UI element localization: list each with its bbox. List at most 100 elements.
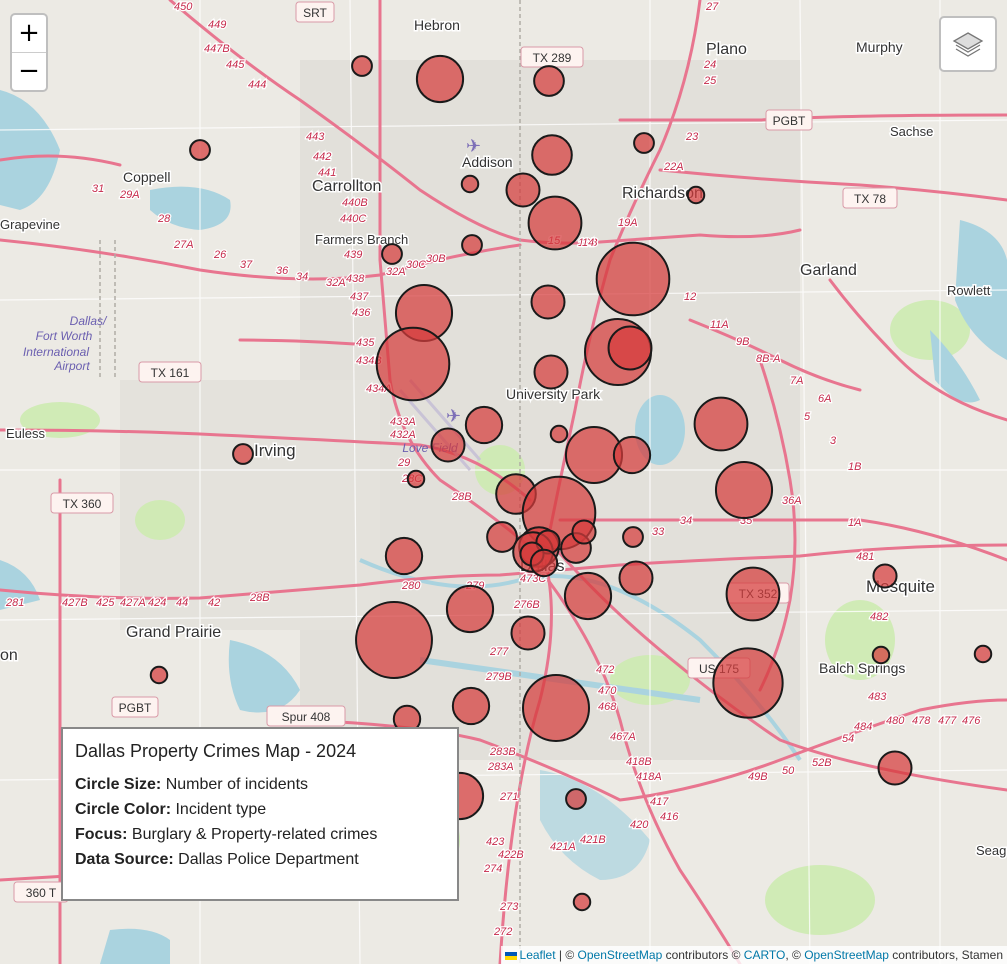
crime-circle-marker[interactable] [149, 665, 169, 685]
crime-circle-marker[interactable] [464, 405, 504, 445]
crime-circle-marker[interactable] [430, 427, 466, 463]
crime-circle-marker[interactable] [415, 54, 465, 104]
leaflet-link[interactable]: Leaflet [520, 948, 556, 962]
exit-label: 273 [499, 901, 519, 913]
crime-circle-marker[interactable] [714, 460, 774, 520]
exit-label: 467A [610, 731, 636, 743]
crime-circle-marker[interactable] [510, 615, 546, 651]
airport-label: Airport [53, 359, 90, 373]
place-label: Carrollton [312, 178, 381, 195]
exit-label: 447B [204, 43, 230, 55]
legend-value: Dallas Police Department [178, 851, 359, 868]
exit-label: 28B [249, 592, 270, 604]
exit-label: 283B [489, 746, 516, 758]
place-label: Garland [800, 262, 857, 279]
legend-label: Data Source: [75, 851, 174, 868]
exit-label: 482 [870, 611, 888, 623]
crime-circle-marker[interactable] [572, 892, 592, 912]
exit-label: 416 [660, 811, 679, 823]
crime-circle-marker[interactable] [607, 325, 653, 371]
exit-label: 481 [856, 551, 874, 563]
crime-circle-marker[interactable] [877, 750, 913, 786]
crime-circle-marker[interactable] [522, 674, 590, 742]
exit-label: 30C [406, 259, 426, 271]
attribution-text: contributors © [662, 948, 744, 962]
crime-circle-marker[interactable] [375, 326, 451, 402]
zoom-control: + − [10, 13, 48, 92]
crime-circle-marker[interactable] [686, 185, 706, 205]
exit-label: 6A [818, 393, 831, 405]
crime-circle-marker[interactable] [232, 443, 254, 465]
exit-label: 29 [397, 457, 410, 469]
crime-circle-marker[interactable] [712, 647, 784, 719]
crime-circle-marker[interactable] [351, 55, 373, 77]
attribution-text: | © [555, 948, 578, 962]
route-shield-label: Spur 408 [282, 710, 331, 724]
crime-circle-marker[interactable] [725, 566, 781, 622]
crime-circle-marker[interactable] [451, 686, 491, 726]
place-label: Euless [6, 426, 46, 441]
exit-label: 420 [630, 819, 649, 831]
crime-circle-marker[interactable] [618, 560, 654, 596]
map-legend: Dallas Property Crimes Map - 2024 Circle… [61, 727, 459, 901]
crime-circle-marker[interactable] [460, 174, 480, 194]
exit-label: 276B [513, 599, 540, 611]
exit-label: 445 [226, 59, 245, 71]
exit-label: 33 [652, 526, 665, 538]
crime-circle-marker[interactable] [531, 134, 573, 176]
crime-circle-marker[interactable] [406, 469, 426, 489]
crime-circle-marker[interactable] [355, 601, 433, 679]
crime-circle-marker[interactable] [189, 139, 211, 161]
crime-circle-marker[interactable] [461, 234, 483, 256]
crime-circle-marker[interactable] [527, 195, 583, 251]
legend-value: Incident type [175, 801, 267, 818]
osm-link[interactable]: OpenStreetMap [578, 948, 663, 962]
crime-circle-marker[interactable] [505, 172, 541, 208]
crime-circle-marker[interactable] [533, 354, 569, 390]
legend-label: Circle Size: [75, 776, 162, 793]
crime-circle-marker[interactable] [381, 243, 403, 265]
exit-label: 468 [598, 701, 617, 713]
crime-circle-marker[interactable] [612, 435, 652, 475]
crime-circle-marker[interactable] [533, 65, 565, 97]
crime-circle-marker[interactable] [549, 424, 569, 444]
exit-label: 36 [276, 265, 289, 277]
zoom-in-button[interactable]: + [12, 15, 46, 53]
exit-label: 28B [451, 491, 472, 503]
place-label: Grand Prairie [126, 624, 221, 641]
crime-circle-marker[interactable] [384, 536, 424, 576]
crime-circle-marker[interactable] [486, 521, 518, 553]
crime-circle-marker[interactable] [633, 132, 655, 154]
exit-label: 436 [352, 307, 371, 319]
legend-row-data-source: Data Source: Dallas Police Department [75, 847, 445, 872]
crime-circle-marker[interactable] [571, 519, 597, 545]
exit-label: 439 [344, 249, 362, 261]
crime-circle-marker[interactable] [563, 571, 613, 621]
crime-circle-marker[interactable] [871, 645, 891, 665]
exit-label: 22A [663, 161, 684, 173]
exit-label: 476 [962, 715, 981, 727]
exit-label: 25 [703, 75, 717, 87]
crime-circle-marker[interactable] [622, 526, 644, 548]
crime-circle-marker[interactable] [693, 396, 749, 452]
exit-label: 450 [174, 1, 193, 13]
exit-label: 34 [680, 515, 692, 527]
osm-link-2[interactable]: OpenStreetMap [804, 948, 889, 962]
crime-circle-marker[interactable] [530, 284, 566, 320]
exit-label: 480 [886, 715, 905, 727]
crime-circle-marker[interactable] [872, 563, 898, 589]
crime-circle-marker[interactable] [973, 644, 993, 664]
crime-circle-marker[interactable] [445, 584, 495, 634]
zoom-out-button[interactable]: − [12, 53, 46, 90]
exit-label: 425 [96, 597, 115, 609]
crime-circle-marker[interactable] [529, 548, 559, 578]
exit-label: 23 [685, 131, 699, 143]
exit-label: 418A [636, 771, 662, 783]
exit-label: 435 [356, 337, 375, 349]
crime-circle-marker[interactable] [565, 788, 587, 810]
crime-circle-marker[interactable] [595, 241, 671, 317]
layers-button[interactable] [939, 16, 997, 72]
legend-row-circle-color: Circle Color: Incident type [75, 797, 445, 822]
exit-label: 32A [326, 277, 346, 289]
carto-link[interactable]: CARTO [744, 948, 786, 962]
